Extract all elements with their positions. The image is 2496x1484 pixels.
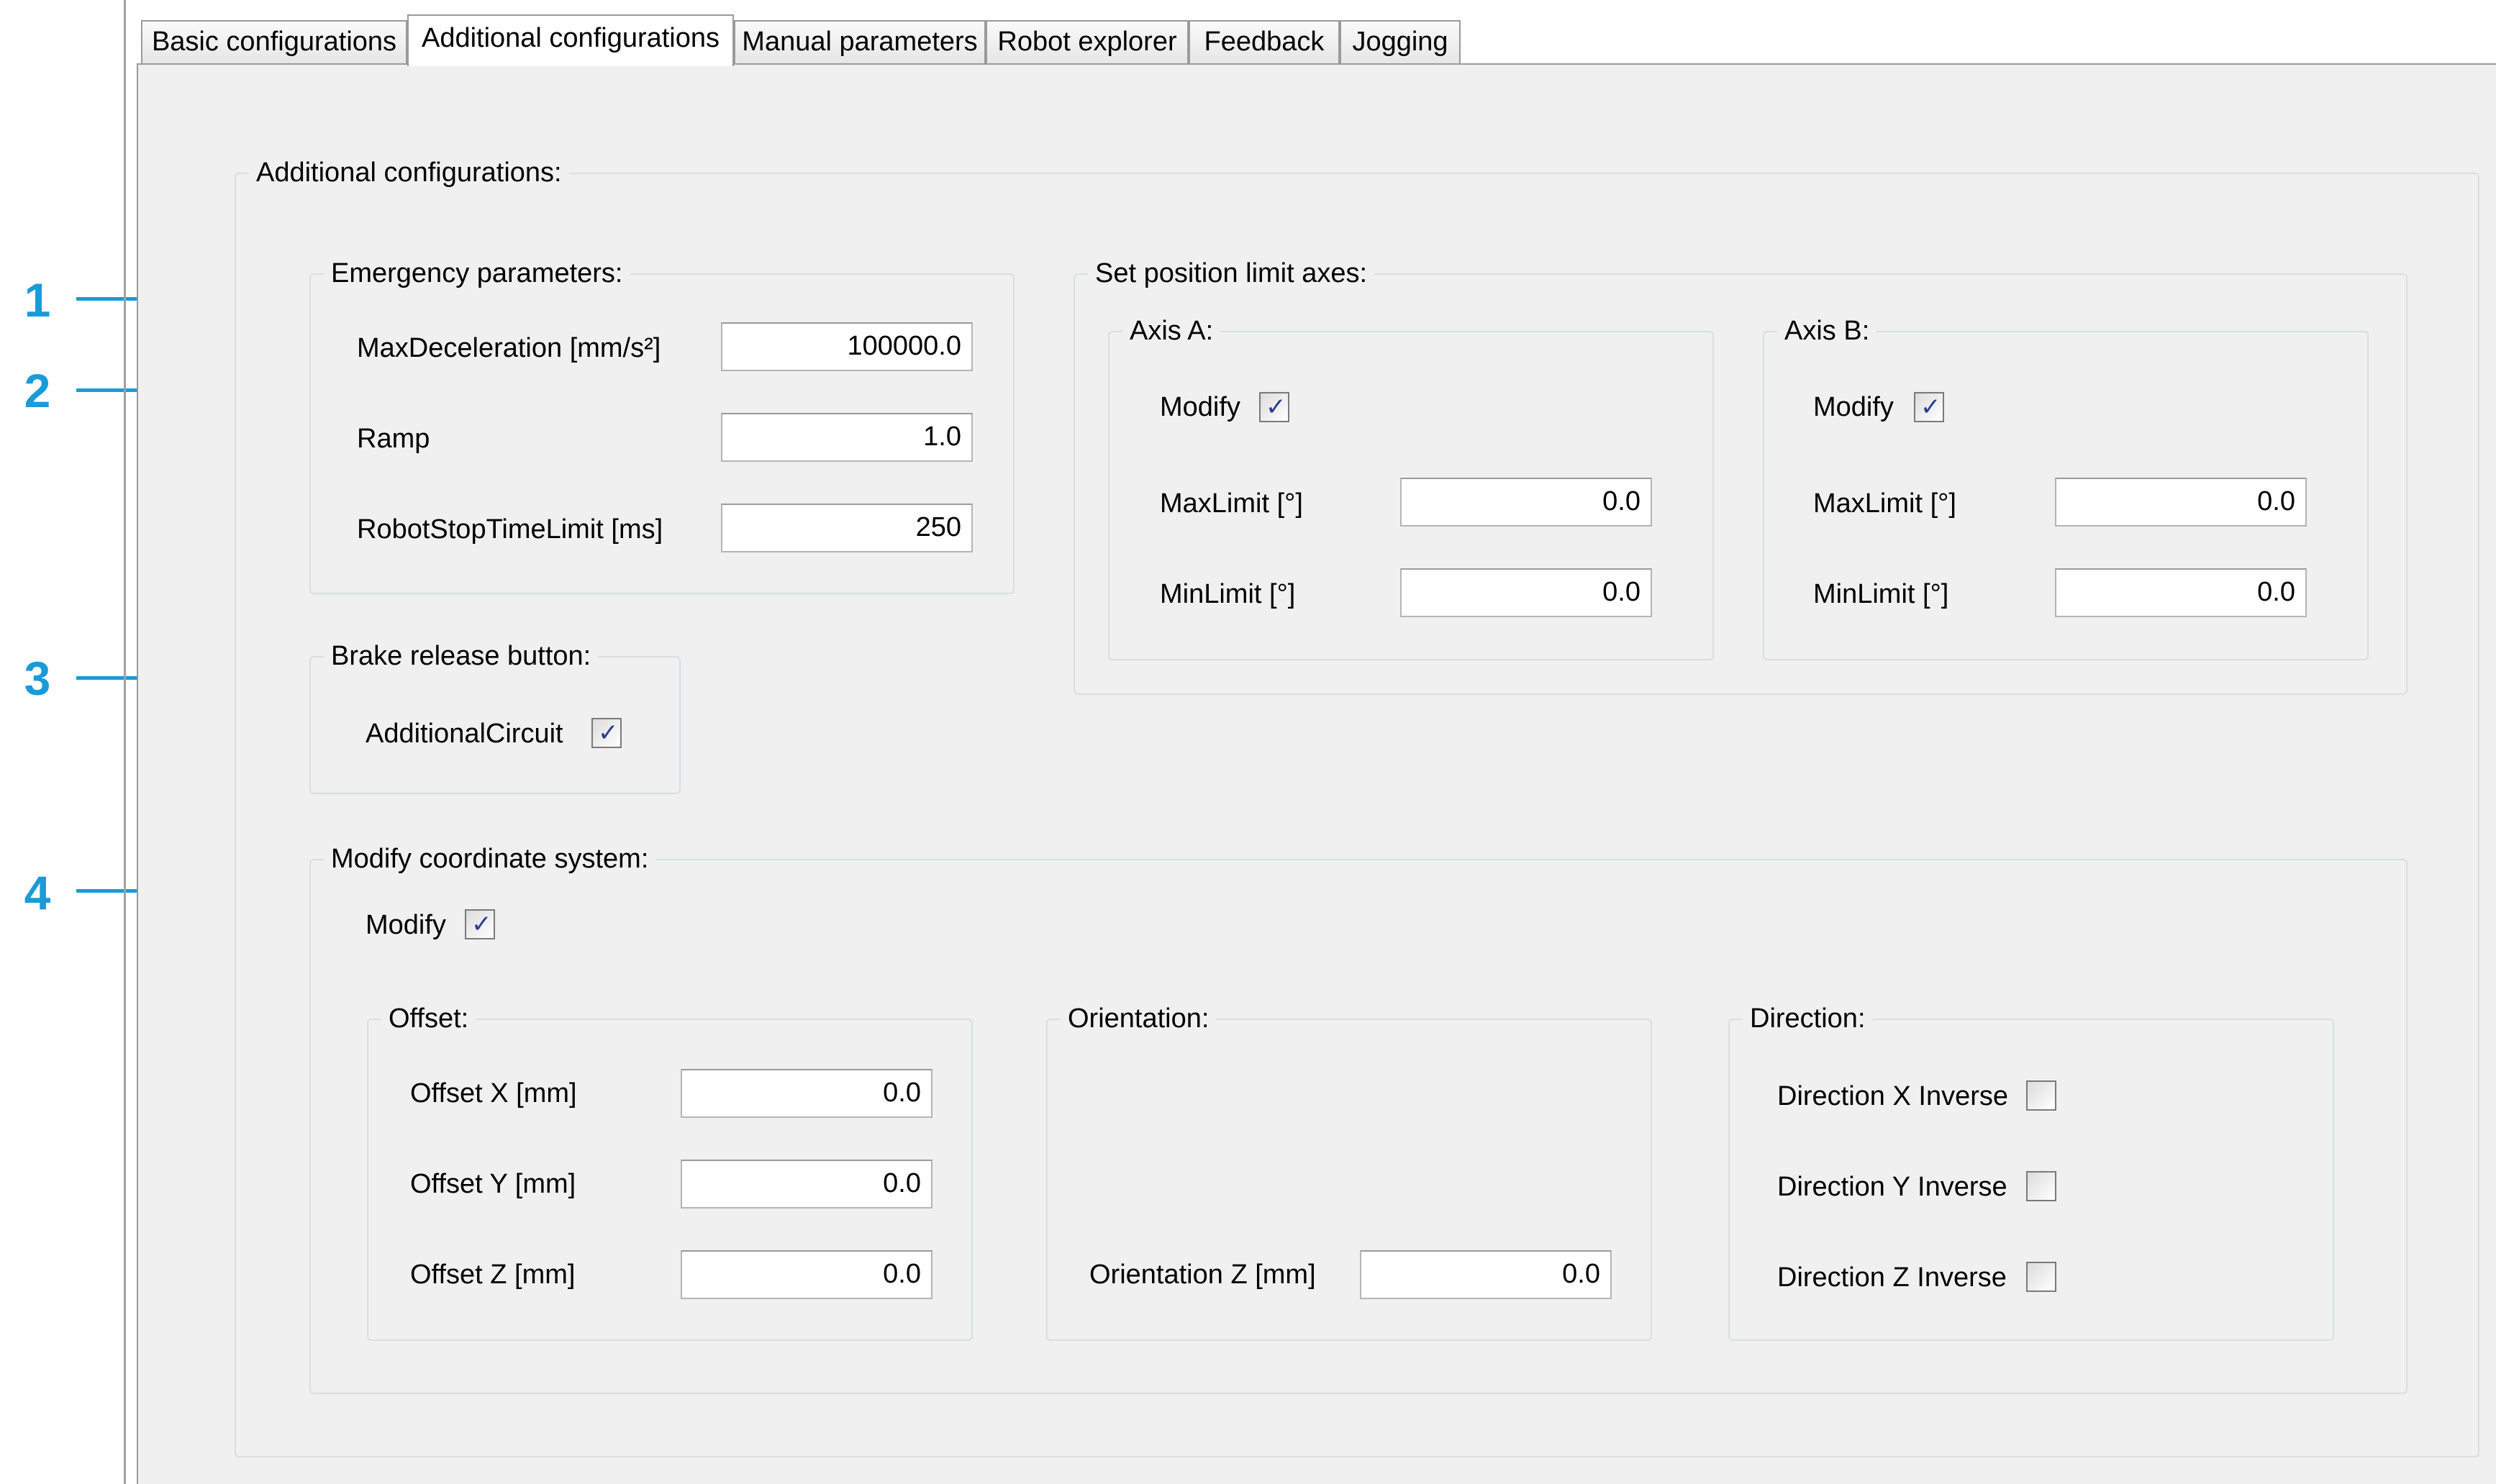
axis-a-modify-checkbox[interactable]: ✓: [1259, 392, 1289, 422]
axis-b-min-limit-label: MinLimit [°]: [1813, 579, 1949, 609]
check-icon: ✓: [598, 719, 619, 747]
direction-x-label: Direction X Inverse: [1777, 1081, 2009, 1111]
offset-x-label: Offset X [mm]: [410, 1078, 577, 1109]
robot-stop-time-limit-label: RobotStopTimeLimit [ms]: [357, 514, 663, 545]
max-deceleration-label: MaxDeceleration [mm/s²]: [357, 333, 661, 363]
window-border: [124, 0, 126, 1484]
additional-circuit-label: AdditionalCircuit: [366, 719, 563, 749]
max-deceleration-input[interactable]: 100000.0: [721, 322, 973, 371]
offset-y-input[interactable]: 0.0: [681, 1160, 932, 1208]
additional-configurations-title: Additional configurations:: [249, 155, 569, 190]
axis-a-min-limit-input[interactable]: 0.0: [1400, 568, 1652, 617]
axis-b-min-limit-input[interactable]: 0.0: [2055, 568, 2307, 617]
offset-z-label: Offset Z [mm]: [410, 1260, 576, 1290]
offset-y-label: Offset Y [mm]: [410, 1169, 576, 1199]
orientation-z-label: Orientation Z [mm]: [1089, 1260, 1316, 1290]
offset-title: Offset:: [381, 1001, 476, 1036]
check-icon: ✓: [1266, 393, 1286, 421]
direction-y-checkbox[interactable]: [2026, 1171, 2056, 1201]
tab-jogging[interactable]: Jogging: [1340, 20, 1461, 63]
axis-b-title: Axis B:: [1777, 314, 1877, 348]
coordinate-modify-checkbox[interactable]: ✓: [465, 909, 495, 939]
direction-z-label: Direction Z Inverse: [1777, 1262, 2007, 1293]
check-icon: ✓: [1920, 393, 1941, 421]
axis-b-max-limit-label: MaxLimit [°]: [1813, 488, 1956, 519]
axis-a-max-limit-input[interactable]: 0.0: [1400, 478, 1652, 527]
direction-z-checkbox[interactable]: [2026, 1262, 2056, 1292]
tab-basic-configurations[interactable]: Basic configurations: [141, 20, 407, 63]
tab-manual-parameters[interactable]: Manual parameters: [734, 20, 986, 63]
ramp-label: Ramp: [357, 424, 430, 454]
callout-3: 3: [24, 652, 51, 705]
brake-release-title: Brake release button:: [324, 639, 599, 673]
check-icon: ✓: [471, 911, 492, 938]
coordinate-system-title: Modify coordinate system:: [324, 842, 656, 876]
axis-b-max-limit-input[interactable]: 0.0: [2055, 478, 2307, 527]
direction-y-label: Direction Y Inverse: [1777, 1172, 2007, 1202]
tab-feedback[interactable]: Feedback: [1189, 20, 1340, 63]
orientation-z-input[interactable]: 0.0: [1360, 1250, 1612, 1299]
ramp-input[interactable]: 1.0: [721, 413, 973, 462]
tab-additional-configurations[interactable]: Additional configurations: [407, 14, 734, 66]
axis-a-max-limit-label: MaxLimit [°]: [1160, 488, 1303, 519]
axis-a-min-limit-label: MinLimit [°]: [1160, 579, 1296, 609]
callout-1: 1: [24, 273, 51, 327]
additional-circuit-checkbox[interactable]: ✓: [591, 718, 622, 748]
callout-2: 2: [24, 364, 51, 417]
position-limit-title: Set position limit axes:: [1088, 256, 1375, 291]
robot-stop-time-limit-input[interactable]: 250: [721, 504, 973, 552]
axis-a-title: Axis A:: [1122, 314, 1221, 348]
axis-a-modify-label: Modify: [1160, 392, 1240, 422]
callout-4: 4: [24, 866, 51, 919]
offset-x-input[interactable]: 0.0: [681, 1069, 932, 1118]
offset-z-input[interactable]: 0.0: [681, 1250, 932, 1299]
emergency-parameters-title: Emergency parameters:: [324, 256, 630, 291]
axis-b-modify-label: Modify: [1813, 392, 1894, 422]
axis-b-modify-checkbox[interactable]: ✓: [1914, 392, 1944, 422]
direction-x-checkbox[interactable]: [2026, 1080, 2056, 1111]
tab-robot-explorer[interactable]: Robot explorer: [986, 20, 1189, 63]
coordinate-modify-label: Modify: [366, 910, 446, 940]
direction-title: Direction:: [1743, 1001, 1873, 1036]
orientation-title: Orientation:: [1061, 1001, 1217, 1036]
